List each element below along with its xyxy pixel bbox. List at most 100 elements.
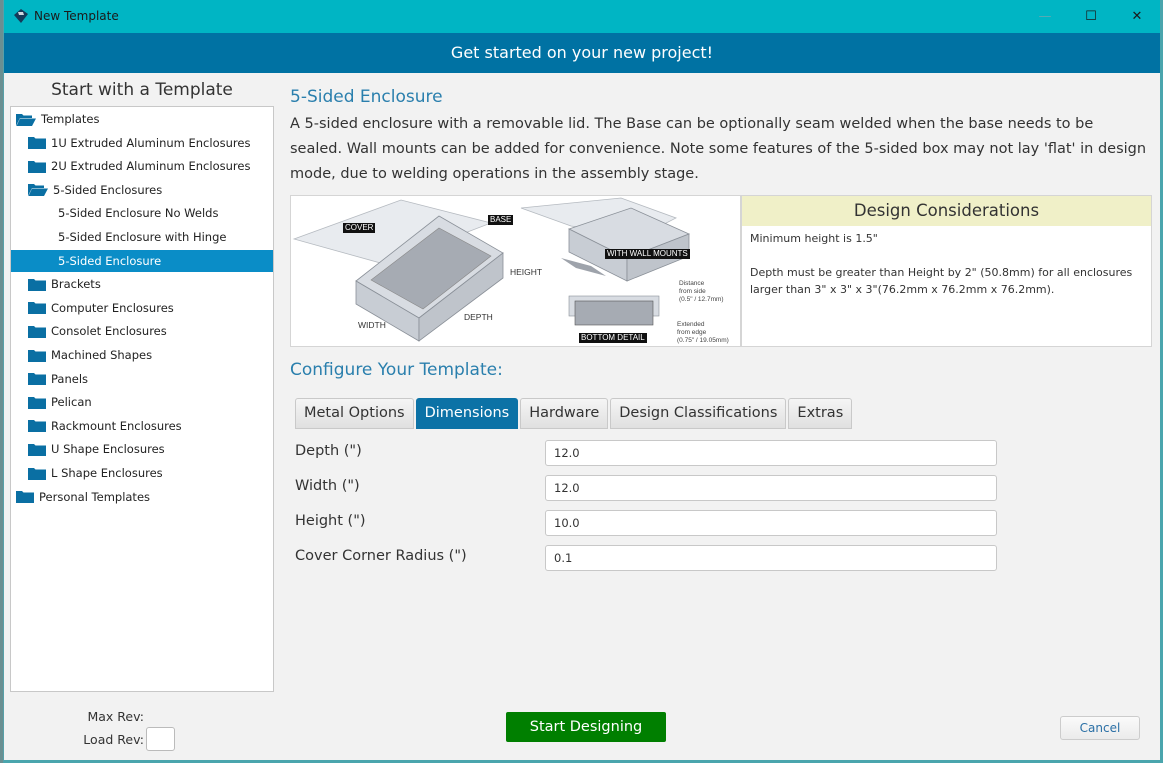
- tab-dimensions[interactable]: Dimensions: [415, 398, 519, 429]
- design-considerations-title: Design Considerations: [742, 196, 1151, 226]
- tree-item[interactable]: 5-Sided Enclosures: [11, 179, 273, 201]
- tree-item-label: Templates: [41, 112, 100, 126]
- configure-heading: Configure Your Template:: [290, 360, 503, 380]
- tree-item-label: Rackmount Enclosures: [51, 418, 182, 433]
- tree-item[interactable]: Consolet Enclosures: [11, 320, 273, 342]
- bottom-detail-box: [574, 300, 654, 326]
- cover-corner-radius-input[interactable]: 0.1: [545, 545, 997, 571]
- template-tree[interactable]: Templates 1U Extruded Aluminum Enclosures…: [10, 106, 274, 692]
- maximize-icon: ☐: [1085, 9, 1097, 24]
- tab-extras[interactable]: Extras: [788, 398, 853, 429]
- tree-item[interactable]: Rackmount Enclosures: [11, 415, 273, 437]
- folder-icon: [28, 372, 46, 386]
- tree-item[interactable]: Brackets: [11, 273, 273, 295]
- folder-icon: [28, 136, 46, 150]
- template-description: A 5-sided enclosure with a removable lid…: [290, 116, 1147, 182]
- tree-item-label: Machined Shapes: [51, 348, 153, 362]
- tree-item-label: L Shape Enclosures: [51, 466, 163, 480]
- tree-item-label: 5-Sided Enclosures: [53, 182, 163, 197]
- app-logo-icon: [14, 9, 28, 23]
- tree-item[interactable]: 5-Sided Enclosure with Hinge: [11, 226, 273, 248]
- depth-label: Depth ("): [295, 443, 362, 459]
- tree-item[interactable]: 2U Extruded Aluminum Enclosures: [11, 155, 273, 177]
- tree-item-label: Computer Enclosures: [51, 300, 174, 315]
- config-tabs: Metal Options Dimensions Hardware Design…: [295, 398, 854, 429]
- width-label: Width ("): [295, 478, 360, 494]
- template-list-heading: Start with a Template: [51, 80, 233, 100]
- bottom-detail-label: BOTTOM DETAIL: [579, 333, 647, 343]
- cover-label: COVER: [343, 223, 376, 233]
- max-rev-label: Max Rev:: [87, 709, 144, 724]
- tree-item[interactable]: Templates: [11, 108, 273, 130]
- consideration-min-height: Minimum height is 1.5": [750, 232, 878, 245]
- close-button[interactable]: ✕: [1114, 0, 1160, 33]
- load-rev-label: Load Rev:: [83, 732, 144, 747]
- folder-icon: [28, 349, 46, 362]
- extended-note-3: (0.75" / 19.05mm): [677, 337, 729, 344]
- tab-metal-options[interactable]: Metal Options: [295, 398, 414, 429]
- tree-item-label: Personal Templates: [39, 489, 151, 504]
- start-designing-button[interactable]: Start Designing: [506, 712, 666, 742]
- wall-mounts-label: WITH WALL MOUNTS: [605, 249, 690, 259]
- folder-icon: [28, 301, 46, 315]
- distance-note-3: (0.5" / 12.7mm): [679, 296, 724, 303]
- cancel-button[interactable]: Cancel: [1060, 716, 1140, 740]
- tree-item[interactable]: U Shape Enclosures: [11, 438, 273, 460]
- consideration-depth-rule: Depth must be greater than Height by 2" …: [750, 266, 1133, 296]
- minimize-button[interactable]: —: [1022, 0, 1068, 33]
- folder-icon: [28, 443, 46, 456]
- tree-item[interactable]: Machined Shapes: [11, 344, 273, 366]
- distance-note-1: Distance: [679, 280, 705, 287]
- folder-icon: [28, 467, 46, 480]
- folder-icon: [28, 325, 46, 338]
- tree-item-label: 5-Sided Enclosure: [58, 253, 162, 268]
- title-bar[interactable]: New Template — ☐ ✕: [4, 0, 1160, 33]
- tab-hardware[interactable]: Hardware: [520, 398, 609, 429]
- tree-item-label: Consolet Enclosures: [51, 324, 167, 339]
- tree-item-label: 5-Sided Enclosure No Welds: [58, 206, 219, 221]
- tree-item-label: Panels: [51, 371, 89, 386]
- folder-icon: [28, 278, 46, 291]
- height-label: Height ("): [295, 513, 366, 529]
- template-title: 5-Sided Enclosure: [290, 87, 443, 107]
- folder-open-icon: [16, 113, 36, 126]
- tree-item-label: Brackets: [51, 277, 101, 292]
- cover-corner-radius-label: Cover Corner Radius ("): [295, 548, 467, 564]
- depth-label: DEPTH: [464, 312, 493, 322]
- tab-design-classifications[interactable]: Design Classifications: [610, 398, 787, 429]
- extended-note-1: Extended: [677, 321, 705, 328]
- tree-item[interactable]: Pelican: [11, 391, 273, 413]
- tree-item-label: 1U Extruded Aluminum Enclosures: [51, 135, 251, 150]
- width-input[interactable]: 12.0: [545, 475, 997, 501]
- load-rev-input[interactable]: [146, 727, 175, 751]
- depth-input[interactable]: 12.0: [545, 440, 997, 466]
- maximize-button[interactable]: ☐: [1068, 0, 1114, 33]
- distance-note-2: from side: [679, 288, 706, 295]
- tree-item-label: 5-Sided Enclosure with Hinge: [58, 230, 227, 244]
- tree-item[interactable]: 5-Sided Enclosure No Welds: [11, 202, 273, 224]
- tree-item[interactable]: Panels: [11, 368, 273, 390]
- window-title: New Template: [34, 9, 119, 23]
- folder-icon: [28, 396, 46, 409]
- close-icon: ✕: [1131, 9, 1143, 24]
- tree-item[interactable]: Computer Enclosures: [11, 297, 273, 319]
- height-input[interactable]: 10.0: [545, 510, 997, 536]
- extended-note-2: from edge: [677, 329, 707, 336]
- minimize-icon: —: [1038, 9, 1052, 24]
- folder-icon: [16, 490, 34, 504]
- folder-open-icon: [28, 183, 48, 197]
- template-preview-image: COVER BASE HEIGHT WIDTH DEPTH WITH WALL …: [290, 195, 741, 347]
- tree-item[interactable]: 1U Extruded Aluminum Enclosures: [11, 132, 273, 154]
- tree-item[interactable]: L Shape Enclosures: [11, 462, 273, 484]
- base-label: BASE: [488, 215, 514, 225]
- height-label: HEIGHT: [510, 267, 543, 277]
- folder-icon: [28, 160, 46, 173]
- tree-item[interactable]: 5-Sided Enclosure: [11, 249, 273, 272]
- banner: Get started on your new project!: [4, 33, 1160, 73]
- tree-item-label: 2U Extruded Aluminum Enclosures: [51, 159, 251, 174]
- new-template-window: New Template — ☐ ✕ Get started on your n…: [3, 0, 1163, 763]
- tree-item[interactable]: Personal Templates: [11, 486, 273, 508]
- tree-item-label: Pelican: [51, 395, 92, 410]
- folder-icon: [28, 419, 46, 433]
- width-label: WIDTH: [358, 320, 386, 330]
